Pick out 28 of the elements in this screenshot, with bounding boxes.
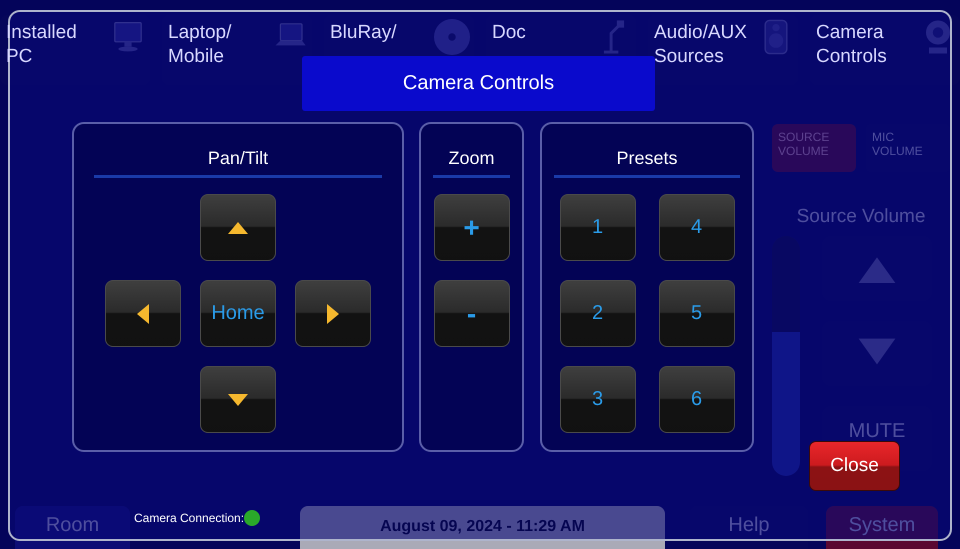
dialog-title: Camera Controls bbox=[302, 56, 655, 111]
preset-button[interactable]: 3 bbox=[560, 366, 636, 433]
right-button[interactable] bbox=[295, 280, 371, 347]
up-button[interactable] bbox=[200, 194, 276, 261]
panel-heading: Zoom bbox=[433, 148, 510, 178]
close-button[interactable]: Close bbox=[809, 441, 900, 491]
volume-slider-track[interactable] bbox=[772, 236, 800, 476]
tile-label: Doc bbox=[492, 21, 526, 45]
tile-label: Camera Controls bbox=[816, 21, 888, 69]
down-button[interactable] bbox=[200, 366, 276, 433]
left-button[interactable] bbox=[105, 280, 181, 347]
date-time: August 09, 2024 - 11:29 AM bbox=[300, 506, 665, 549]
panel-heading: Presets bbox=[554, 148, 740, 178]
preset-button[interactable]: 6 bbox=[658, 366, 734, 433]
zoom-button[interactable]: - bbox=[434, 280, 510, 347]
preset-button[interactable]: 1 bbox=[560, 194, 636, 261]
preset-button[interactable]: 2 bbox=[560, 280, 636, 347]
home-button[interactable]: Home bbox=[200, 280, 276, 347]
tile-label: BluRay/ bbox=[330, 21, 397, 45]
disc-icon bbox=[434, 19, 470, 55]
preset-button[interactable]: 5 bbox=[658, 280, 734, 347]
volume-title: Source Volume bbox=[796, 206, 926, 228]
tile-label: Audio/AUX Sources bbox=[654, 21, 748, 69]
zoom-button[interactable]: + bbox=[434, 194, 510, 261]
connection-label: Camera Connection: bbox=[134, 511, 244, 525]
preset-button[interactable]: 4 bbox=[658, 194, 734, 261]
panel-heading: Pan/Tilt bbox=[94, 148, 382, 178]
tile-label: Laptop/ Mobile bbox=[168, 21, 232, 69]
